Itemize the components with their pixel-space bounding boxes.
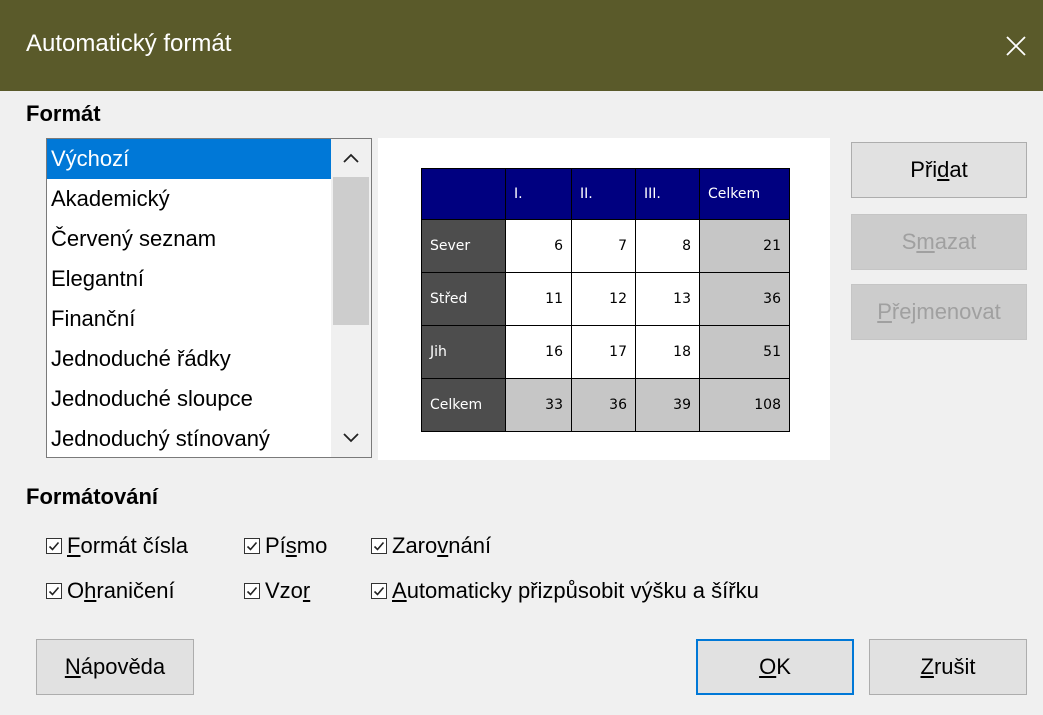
preview-cell: 36: [571, 378, 636, 432]
list-item[interactable]: Jednoduché sloupce: [47, 379, 331, 419]
table-row: Sever 6 7 8 21: [421, 219, 790, 273]
pattern-checkbox[interactable]: Vzor: [244, 576, 310, 606]
alignment-checkbox[interactable]: Zarovnání: [371, 531, 491, 561]
list-scrollbar[interactable]: [331, 139, 371, 457]
checkbox-box: [46, 538, 62, 554]
close-icon: [1006, 35, 1026, 56]
delete-button-label: Smazat: [901, 229, 977, 254]
checkbox-box: [371, 538, 387, 554]
checkbox-label: Ohraničení: [67, 578, 175, 603]
format-listbox[interactable]: Výchozí Akademický Červený seznam Elegan…: [46, 138, 372, 458]
preview-cell: 16: [505, 325, 572, 379]
number-format-checkbox[interactable]: Formát čísla: [46, 531, 188, 561]
checkbox-label: Písmo: [265, 533, 328, 558]
checkbox-box: [244, 583, 260, 599]
preview-cell: 13: [635, 272, 700, 326]
table-row: Střed 11 12 13 36: [421, 272, 790, 326]
preview-cell: 17: [571, 325, 636, 379]
list-item[interactable]: Elegantní: [47, 259, 331, 299]
font-checkbox[interactable]: Písmo: [244, 531, 327, 561]
preview-header-cell: [421, 168, 506, 220]
preview-header-cell: I.: [505, 168, 572, 220]
table-row: Celkem 33 36 39 108: [421, 378, 790, 432]
checkmark-icon: [373, 541, 385, 551]
checkbox-label: Zarovnání: [392, 533, 492, 558]
preview-row-label: Jih: [421, 325, 506, 379]
checkbox-box: [371, 583, 387, 599]
preview-cell: 33: [505, 378, 572, 432]
preview-row-label: Sever: [421, 219, 506, 273]
preview-row-label: Střed: [421, 272, 506, 326]
preview-cell: 12: [571, 272, 636, 326]
chevron-up-icon: [343, 153, 359, 163]
ok-button-label: OK: [759, 654, 791, 679]
checkmark-icon: [246, 586, 258, 596]
checkbox-box: [46, 583, 62, 599]
rename-button-label: Přejmenovat: [877, 299, 1001, 324]
formatting-section-label: Formátování: [26, 484, 159, 509]
preview-header-cell: III.: [635, 168, 700, 220]
checkmark-icon: [373, 586, 385, 596]
checkbox-box: [244, 538, 260, 554]
cancel-button-label: Zrušit: [920, 654, 976, 679]
preview-header-cell: Celkem: [699, 168, 790, 220]
list-item[interactable]: Jednoduché řádky: [47, 339, 331, 379]
format-preview: I. II. III. Celkem Sever 6 7 8 21 Střed …: [378, 138, 830, 460]
table-row: Jih 16 17 18 51: [421, 325, 790, 379]
scroll-down-button[interactable]: [331, 419, 371, 457]
help-button[interactable]: Nápověda: [36, 639, 194, 695]
preview-cell: 11: [505, 272, 572, 326]
close-button[interactable]: [989, 0, 1043, 91]
help-button-label: Nápověda: [64, 654, 166, 679]
checkbox-label: Formát čísla: [67, 533, 189, 558]
scroll-up-button[interactable]: [331, 139, 371, 177]
format-section-label: Formát: [26, 101, 101, 126]
chevron-down-icon: [343, 433, 359, 443]
cancel-button[interactable]: Zrušit: [869, 639, 1027, 695]
preview-total-cell: 36: [699, 272, 790, 326]
delete-button[interactable]: Smazat: [851, 214, 1027, 270]
preview-total-cell: 108: [699, 378, 790, 432]
checkbox-label: Vzor: [265, 578, 311, 603]
preview-cell: 7: [571, 219, 636, 273]
list-item[interactable]: Jednoduchý stínovaný: [47, 419, 331, 459]
title-bar: Automatický formát: [0, 0, 1043, 91]
checkmark-icon: [48, 586, 60, 596]
rename-button[interactable]: Přejmenovat: [851, 284, 1027, 340]
list-item[interactable]: Finanční: [47, 299, 331, 339]
list-item[interactable]: Akademický: [47, 179, 331, 219]
preview-header-cell: II.: [571, 168, 636, 220]
borders-checkbox[interactable]: Ohraničení: [46, 576, 175, 606]
checkbox-label: Automaticky přizpůsobit výšku a šířku: [392, 578, 759, 603]
checkmark-icon: [48, 541, 60, 551]
checkmark-icon: [246, 541, 258, 551]
add-button-label: Přidat: [910, 157, 968, 182]
format-list-items: Výchozí Akademický Červený seznam Elegan…: [47, 139, 331, 459]
preview-cell: 39: [635, 378, 700, 432]
preview-cell: 6: [505, 219, 572, 273]
table-row: I. II. III. Celkem: [421, 168, 790, 220]
preview-table: I. II. III. Celkem Sever 6 7 8 21 Střed …: [421, 168, 790, 432]
add-button[interactable]: Přidat: [851, 142, 1027, 198]
list-item[interactable]: Červený seznam: [47, 219, 331, 259]
window-title: Automatický formát: [26, 30, 232, 57]
preview-total-cell: 51: [699, 325, 790, 379]
autofit-checkbox[interactable]: Automaticky přizpůsobit výšku a šířku: [371, 576, 759, 606]
scroll-thumb[interactable]: [333, 177, 369, 325]
preview-total-cell: 21: [699, 219, 790, 273]
ok-button[interactable]: OK: [696, 639, 854, 695]
preview-cell: 8: [635, 219, 700, 273]
list-item[interactable]: Výchozí: [47, 139, 331, 179]
preview-row-label: Celkem: [421, 378, 506, 432]
preview-cell: 18: [635, 325, 700, 379]
